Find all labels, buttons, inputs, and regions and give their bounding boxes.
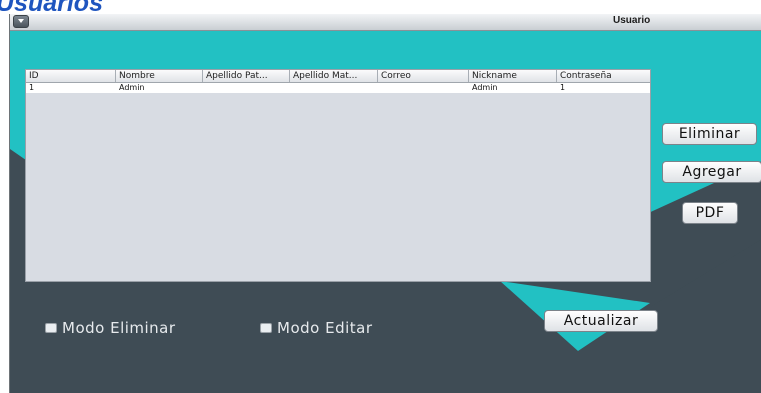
column-header-contrasena[interactable]: Contraseña <box>557 70 650 82</box>
eliminar-button[interactable]: Eliminar <box>662 123 757 145</box>
cell-nombre: Admin <box>119 83 145 92</box>
modo-eliminar-label: Modo Eliminar <box>62 319 176 337</box>
column-header-nombre[interactable]: Nombre <box>116 70 203 82</box>
table-row[interactable]: 1 Admin Admin 1 <box>26 83 650 93</box>
pdf-button[interactable]: PDF <box>682 202 738 224</box>
cell-nickname: Admin <box>472 83 498 92</box>
cell-contrasena: 1 <box>560 83 566 92</box>
title-bar: Usuario <box>10 14 761 31</box>
column-header-apellido-paterno[interactable]: Apellido Pat... <box>203 70 290 82</box>
column-header-correo[interactable]: Correo <box>378 70 469 82</box>
table-header: ID Nombre Apellido Pat... Apellido Mat..… <box>26 70 650 83</box>
checkbox-box[interactable] <box>260 323 272 333</box>
modo-eliminar-checkbox[interactable]: Modo Eliminar <box>45 319 176 337</box>
cell-apellido-paterno <box>203 83 290 93</box>
window-title: Usuario <box>613 15 651 26</box>
window-menu-icon[interactable] <box>13 15 29 28</box>
actualizar-button[interactable]: Actualizar <box>544 310 658 332</box>
users-table[interactable]: ID Nombre Apellido Pat... Apellido Mat..… <box>25 69 651 282</box>
content-pane: ID Nombre Apellido Pat... Apellido Mat..… <box>10 31 761 393</box>
cell-apellido-materno <box>290 83 378 93</box>
checkbox-box[interactable] <box>45 323 57 333</box>
column-header-apellido-materno[interactable]: Apellido Mat... <box>290 70 378 82</box>
column-header-id[interactable]: ID <box>26 70 116 82</box>
cell-id: 1 <box>29 83 35 92</box>
column-header-nickname[interactable]: Nickname <box>469 70 557 82</box>
modo-editar-checkbox[interactable]: Modo Editar <box>260 319 373 337</box>
agregar-button[interactable]: Agregar <box>662 161 761 183</box>
cell-correo <box>378 83 469 93</box>
modo-editar-label: Modo Editar <box>277 319 373 337</box>
app-window: Usuario ID Nombre Apellido Pat... Apelli… <box>9 14 761 393</box>
